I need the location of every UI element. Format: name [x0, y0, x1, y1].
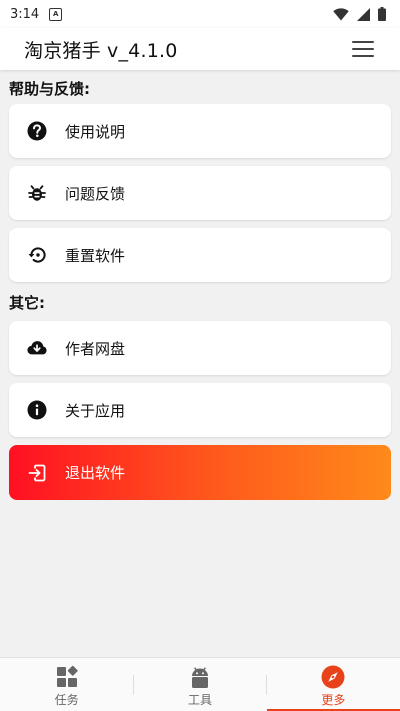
menu-icon[interactable]	[352, 41, 374, 57]
nav-divider	[266, 675, 267, 695]
android-icon	[191, 667, 208, 688]
nav-divider	[133, 675, 134, 695]
section-title-other: 其它:	[9, 294, 45, 312]
signal-icon	[357, 7, 370, 21]
card-about-app[interactable]: 关于应用	[9, 383, 391, 437]
card-label: 作者网盘	[65, 339, 126, 358]
nav-item-tools[interactable]: 工具	[133, 658, 266, 711]
wifi-icon	[333, 7, 349, 20]
card-reset-app[interactable]: 重置软件	[9, 228, 391, 282]
battery-icon	[378, 7, 386, 21]
exit-app-button[interactable]: 退出软件	[9, 445, 391, 500]
status-bar: 3:14 A	[0, 0, 400, 28]
status-right	[333, 7, 386, 21]
nav-item-more[interactable]: 更多	[266, 658, 400, 711]
cloud-download-icon	[27, 338, 47, 358]
card-usage-guide[interactable]: 使用说明	[9, 104, 391, 158]
status-left: 3:14 A	[10, 6, 63, 22]
info-icon	[27, 400, 47, 420]
card-label: 使用说明	[65, 122, 126, 141]
card-label: 重置软件	[65, 246, 126, 265]
nav-label: 工具	[187, 693, 212, 707]
card-label: 关于应用	[65, 401, 126, 420]
help-circle-icon	[27, 121, 47, 141]
notification-icon: A	[49, 7, 63, 21]
nav-label: 更多	[321, 693, 346, 707]
app-bar: 淘京猪手 v_4.1.0	[0, 28, 400, 70]
section-title-help: 帮助与反馈:	[9, 80, 90, 98]
card-feedback[interactable]: 问题反馈	[9, 166, 391, 220]
widgets-icon	[56, 665, 78, 687]
bottom-nav: 任务 工具 更多	[0, 657, 400, 711]
nav-label: 任务	[54, 693, 79, 707]
nav-item-tasks[interactable]: 任务	[0, 658, 133, 711]
compass-icon	[321, 665, 345, 689]
exit-button-label: 退出软件	[65, 464, 126, 482]
card-label: 问题反馈	[65, 184, 126, 203]
restore-icon	[27, 245, 47, 265]
exit-icon	[27, 463, 47, 483]
card-author-netdisk[interactable]: 作者网盘	[9, 321, 391, 375]
notification-icon-letter: A	[52, 10, 59, 18]
app-title: 淘京猪手 v_4.1.0	[24, 39, 178, 62]
status-time: 3:14	[10, 6, 40, 22]
bug-icon	[27, 183, 47, 203]
